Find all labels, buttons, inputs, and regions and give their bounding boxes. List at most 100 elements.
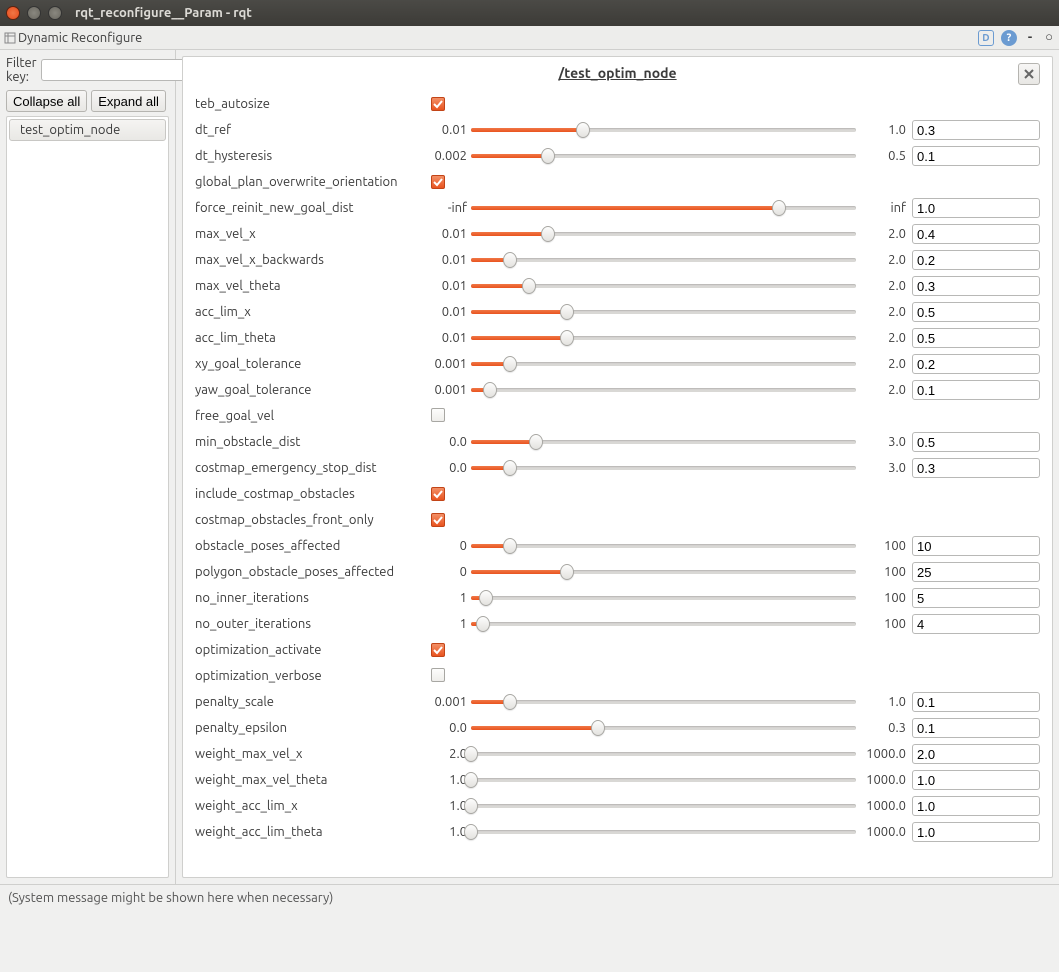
param-checkbox[interactable] bbox=[431, 643, 445, 657]
minimize-panel-icon[interactable]: - bbox=[1024, 30, 1036, 44]
param-value-input[interactable] bbox=[912, 822, 1040, 842]
param-slider[interactable] bbox=[471, 797, 856, 815]
param-value-input[interactable] bbox=[912, 198, 1040, 218]
param-slider[interactable] bbox=[471, 303, 856, 321]
param-checkbox[interactable] bbox=[431, 487, 445, 501]
param-slider[interactable] bbox=[471, 823, 856, 841]
param-value-input[interactable] bbox=[912, 250, 1040, 270]
dock-icon[interactable]: D bbox=[978, 30, 994, 46]
param-checkbox[interactable] bbox=[431, 408, 445, 422]
param-slider[interactable] bbox=[471, 693, 856, 711]
param-value-input[interactable] bbox=[912, 432, 1040, 452]
param-slider[interactable] bbox=[471, 615, 856, 633]
param-min: 0.0 bbox=[427, 461, 471, 475]
window-minimize-button[interactable] bbox=[27, 6, 41, 20]
param-min: 0.001 bbox=[427, 383, 471, 397]
param-value-input[interactable] bbox=[912, 146, 1040, 166]
node-item[interactable]: test_optim_node bbox=[9, 119, 166, 141]
param-checkbox[interactable] bbox=[431, 513, 445, 527]
param-slider[interactable] bbox=[471, 589, 856, 607]
param-checkbox[interactable] bbox=[431, 97, 445, 111]
param-min: 0.0 bbox=[427, 721, 471, 735]
param-max: 100 bbox=[856, 617, 912, 631]
param-row: obstacle_poses_affected0100 bbox=[195, 533, 1040, 559]
param-row: costmap_obstacles_front_only bbox=[195, 507, 1040, 533]
param-slider[interactable] bbox=[471, 433, 856, 451]
param-value-input[interactable] bbox=[912, 562, 1040, 582]
param-label: weight_acc_lim_theta bbox=[195, 825, 427, 839]
param-panel: /test_optim_node teb_autosizedt_ref0.011… bbox=[182, 56, 1053, 878]
param-value-input[interactable] bbox=[912, 120, 1040, 140]
param-slider[interactable] bbox=[471, 719, 856, 737]
param-max: 2.0 bbox=[856, 279, 912, 293]
param-value-input[interactable] bbox=[912, 328, 1040, 348]
param-label: max_vel_theta bbox=[195, 279, 427, 293]
param-slider[interactable] bbox=[471, 199, 856, 217]
param-label: costmap_obstacles_front_only bbox=[195, 513, 427, 527]
close-panel-icon[interactable]: ○ bbox=[1043, 30, 1055, 44]
param-value-input[interactable] bbox=[912, 614, 1040, 634]
param-row: optimization_activate bbox=[195, 637, 1040, 663]
help-icon[interactable]: ? bbox=[1001, 30, 1017, 46]
param-label: teb_autosize bbox=[195, 97, 427, 111]
window-maximize-button[interactable] bbox=[48, 6, 62, 20]
param-max: 2.0 bbox=[856, 253, 912, 267]
param-label: no_inner_iterations bbox=[195, 591, 427, 605]
param-value-input[interactable] bbox=[912, 692, 1040, 712]
param-slider[interactable] bbox=[471, 147, 856, 165]
param-max: 1000.0 bbox=[856, 799, 912, 813]
param-value-input[interactable] bbox=[912, 458, 1040, 478]
param-value-input[interactable] bbox=[912, 224, 1040, 244]
workspace: Filter key: Collapse all Expand all test… bbox=[0, 50, 1059, 884]
param-max: 2.0 bbox=[856, 357, 912, 371]
param-slider[interactable] bbox=[471, 537, 856, 555]
collapse-all-button[interactable]: Collapse all bbox=[6, 90, 87, 112]
param-min: 0 bbox=[427, 539, 471, 553]
param-slider[interactable] bbox=[471, 381, 856, 399]
param-label: optimization_activate bbox=[195, 643, 427, 657]
param-max: 2.0 bbox=[856, 305, 912, 319]
param-row: acc_lim_theta0.012.0 bbox=[195, 325, 1040, 351]
param-value-input[interactable] bbox=[912, 770, 1040, 790]
param-label: penalty_scale bbox=[195, 695, 427, 709]
param-value-input[interactable] bbox=[912, 718, 1040, 738]
param-slider[interactable] bbox=[471, 121, 856, 139]
param-row: yaw_goal_tolerance0.0012.0 bbox=[195, 377, 1040, 403]
param-max: 0.3 bbox=[856, 721, 912, 735]
param-slider[interactable] bbox=[471, 329, 856, 347]
param-min: 0.0 bbox=[427, 435, 471, 449]
param-row: global_plan_overwrite_orientation bbox=[195, 169, 1040, 195]
param-label: optimization_verbose bbox=[195, 669, 427, 683]
expand-all-button[interactable]: Expand all bbox=[91, 90, 166, 112]
param-label: max_vel_x bbox=[195, 227, 427, 241]
param-slider[interactable] bbox=[471, 771, 856, 789]
param-slider[interactable] bbox=[471, 355, 856, 373]
param-value-input[interactable] bbox=[912, 354, 1040, 374]
param-row: weight_max_vel_x2.01000.0 bbox=[195, 741, 1040, 767]
param-checkbox[interactable] bbox=[431, 668, 445, 682]
param-min: 0.01 bbox=[427, 331, 471, 345]
bottom-gap bbox=[0, 912, 1059, 972]
param-slider[interactable] bbox=[471, 225, 856, 243]
param-value-input[interactable] bbox=[912, 744, 1040, 764]
status-bar: (System message might be shown here when… bbox=[0, 884, 1059, 912]
param-slider[interactable] bbox=[471, 277, 856, 295]
param-value-input[interactable] bbox=[912, 536, 1040, 556]
param-value-input[interactable] bbox=[912, 302, 1040, 322]
param-value-input[interactable] bbox=[912, 276, 1040, 296]
param-checkbox[interactable] bbox=[431, 175, 445, 189]
param-slider[interactable] bbox=[471, 251, 856, 269]
param-label: weight_max_vel_x bbox=[195, 747, 427, 761]
param-max: 1000.0 bbox=[856, 825, 912, 839]
panel-close-button[interactable] bbox=[1018, 63, 1040, 85]
param-value-input[interactable] bbox=[912, 796, 1040, 816]
param-slider[interactable] bbox=[471, 563, 856, 581]
param-value-input[interactable] bbox=[912, 380, 1040, 400]
param-value-input[interactable] bbox=[912, 588, 1040, 608]
param-slider[interactable] bbox=[471, 745, 856, 763]
param-slider[interactable] bbox=[471, 459, 856, 477]
param-row: weight_max_vel_theta1.01000.0 bbox=[195, 767, 1040, 793]
param-min: 0.01 bbox=[427, 227, 471, 241]
window-close-button[interactable] bbox=[6, 6, 20, 20]
param-row: penalty_epsilon0.00.3 bbox=[195, 715, 1040, 741]
